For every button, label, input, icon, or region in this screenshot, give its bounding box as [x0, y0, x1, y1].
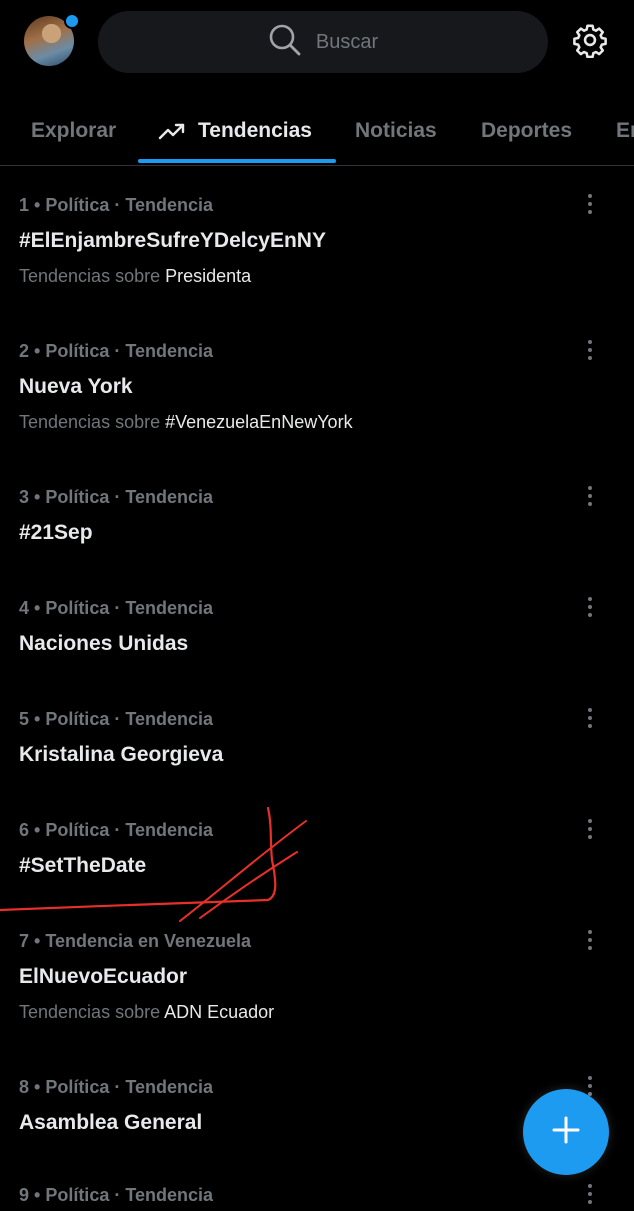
more-vertical-icon — [587, 485, 593, 512]
search-input[interactable]: Buscar — [98, 11, 548, 73]
trend-title: Asamblea General — [19, 1111, 203, 1134]
more-vertical-icon — [587, 707, 593, 734]
more-vertical-icon — [587, 339, 593, 366]
tab-label: Tendencias — [198, 119, 312, 142]
tab-deportes[interactable]: Deportes — [481, 100, 572, 162]
trend-title: #21Sep — [19, 521, 93, 544]
trend-meta: 2 • Política · Tendencia — [19, 341, 214, 361]
plus-icon — [551, 1115, 581, 1150]
trend-title: Nueva York — [19, 375, 133, 398]
trend-title: Kristalina Georgieva — [19, 743, 224, 766]
more-button[interactable] — [578, 337, 602, 367]
tab-label: Deportes — [481, 119, 573, 142]
compose-button[interactable] — [523, 1089, 609, 1175]
more-button[interactable] — [578, 594, 602, 624]
more-button[interactable] — [578, 191, 602, 221]
more-button[interactable] — [578, 1181, 602, 1211]
trend-title: ElNuevoEcuador — [19, 965, 188, 988]
tab-label: Explorar — [31, 119, 117, 142]
trend-context-prefix: Tendencias sobre — [19, 266, 166, 286]
tab-explorar[interactable]: Explorar — [31, 100, 116, 162]
top-bar: Buscar Explorar Tendencias Noticias Depo… — [0, 0, 634, 166]
notification-dot — [64, 13, 80, 29]
trend-title: #ElEnjambreSufreYDelcyEnNY — [19, 229, 326, 252]
tab-label: En — [616, 119, 634, 142]
more-vertical-icon — [587, 818, 593, 845]
gear-icon — [572, 22, 608, 63]
trend-context-prefix: Tendencias sobre — [19, 412, 166, 432]
trend-meta: 7 • Tendencia en Venezuela — [19, 931, 252, 951]
trend-meta: 8 • Política · Tendencia — [19, 1077, 214, 1097]
trend-meta: 9 • Política · Tendencia — [19, 1185, 214, 1205]
more-button[interactable] — [578, 927, 602, 957]
more-button[interactable] — [578, 816, 602, 846]
tab-noticias[interactable]: Noticias — [355, 100, 437, 162]
trending-up-icon — [158, 121, 186, 141]
more-vertical-icon — [587, 1183, 593, 1210]
more-vertical-icon — [587, 929, 593, 956]
tab-bar: Explorar Tendencias Noticias Deportes En — [0, 100, 634, 164]
more-vertical-icon — [587, 193, 593, 220]
search-placeholder: Buscar — [315, 30, 379, 53]
tab-label: Noticias — [355, 119, 437, 142]
trend-context-topic[interactable]: #VenezuelaEnNewYork — [165, 412, 352, 432]
trend-title: Naciones Unidas — [19, 632, 189, 655]
search-icon — [268, 23, 302, 62]
active-tab-indicator — [138, 159, 336, 163]
trend-context: Tendencias sobre #VenezuelaEnNewYork — [19, 412, 353, 433]
trend-meta: 1 • Política · Tendencia — [19, 195, 214, 215]
trend-meta: 5 • Política · Tendencia — [19, 709, 214, 729]
trend-context: Tendencias sobre ADN Ecuador — [19, 1002, 274, 1023]
more-button[interactable] — [578, 705, 602, 735]
trend-meta: 3 • Política · Tendencia — [19, 487, 214, 507]
more-vertical-icon — [587, 596, 593, 623]
trend-context-topic[interactable]: ADN Ecuador — [164, 1002, 274, 1022]
tab-entretenimiento[interactable]: En — [616, 100, 634, 162]
trend-meta: 6 • Política · Tendencia — [19, 820, 214, 840]
trend-context: Tendencias sobre Presidenta — [19, 266, 251, 287]
settings-button[interactable] — [570, 22, 610, 62]
tab-tendencias[interactable]: Tendencias — [158, 100, 312, 162]
trend-context-topic[interactable]: Presidenta — [165, 266, 251, 286]
trend-context-prefix: Tendencias sobre — [19, 1002, 165, 1022]
trend-title: #SetTheDate — [19, 854, 147, 877]
more-button[interactable] — [578, 483, 602, 513]
trend-meta: 4 • Política · Tendencia — [19, 598, 214, 618]
